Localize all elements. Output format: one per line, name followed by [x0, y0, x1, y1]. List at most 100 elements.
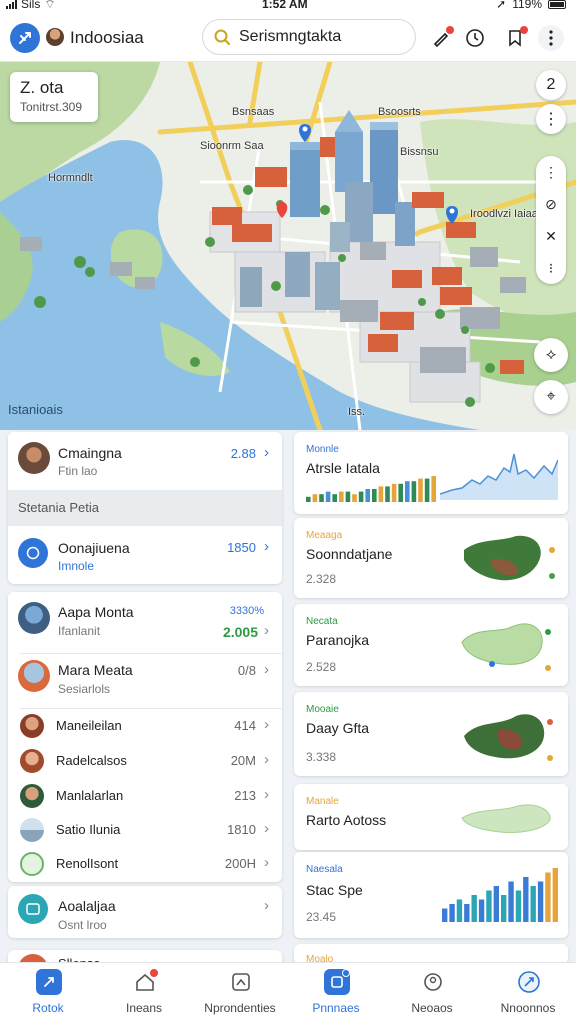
- card-tag: Manale: [306, 796, 339, 807]
- chart-bar: [478, 899, 485, 922]
- card-tag: Mooaie: [306, 704, 339, 715]
- list-card: Aapa Monta Ifanlanit 3330% 2.005 › Mara …: [8, 592, 282, 882]
- close-icon[interactable]: ✕: [536, 220, 566, 252]
- sparkline-chart: [440, 453, 558, 500]
- item-value: 3330%: [229, 605, 264, 617]
- stats-card[interactable]: Meaaga Soonndatjane 2.328: [294, 518, 568, 598]
- bottom-navigation: Rotok Ineans Nprondenties Pnnnaes Neoaos…: [0, 962, 576, 1024]
- list-item[interactable]: Manlalarlan 213 ›: [8, 779, 282, 813]
- app-logo-icon[interactable]: [10, 23, 40, 53]
- item-value-secondary: 2.005: [222, 624, 258, 640]
- avatar: [20, 714, 44, 738]
- summary-card: Cmaingna Ftin lao 2.88 › Stetania Petia …: [8, 432, 282, 584]
- nav-tab-pnnnaes[interactable]: Pnnnaes: [288, 963, 384, 1024]
- item-title: Maneileilan: [56, 718, 122, 733]
- close-glyph: ✕: [545, 227, 557, 244]
- region-map-thumbnail: [461, 623, 551, 671]
- card-tag: Necata: [306, 616, 338, 627]
- chart-bar: [431, 476, 436, 502]
- nav-label: Ineans: [125, 1001, 163, 1015]
- chart-bar: [378, 486, 384, 502]
- nav-label: Nnoonnos: [500, 1001, 556, 1015]
- card-title: Daay Gfta: [306, 720, 370, 736]
- location-title: Z. ota: [20, 78, 64, 97]
- chart-bar: [306, 496, 311, 502]
- chart-bar: [545, 872, 551, 922]
- stats-card[interactable]: Monnle Atrsle Iatala: [294, 432, 568, 514]
- clock-icon[interactable]: [462, 25, 488, 51]
- search-input[interactable]: [239, 26, 409, 48]
- stats-card[interactable]: Necata Paranojka 2.528: [294, 604, 568, 686]
- chart-bar: [552, 868, 558, 922]
- more-icon[interactable]: ⋮: [536, 104, 566, 134]
- item-subtitle: Osnt lroo: [58, 918, 107, 932]
- nav-tab-neoaos[interactable]: Neoaos: [384, 963, 480, 1024]
- app-header: Indoosiaa: [0, 12, 576, 62]
- status-bar: Sils ⌔ 1:52 AM ➚ 119%: [0, 0, 576, 12]
- more-icon[interactable]: [538, 25, 564, 51]
- list-item[interactable]: Maneileilan 414 ›: [8, 709, 282, 743]
- location-info-card[interactable]: Z. ota Tonitrst.309: [10, 72, 98, 122]
- map-label: Bsnsaas: [232, 106, 275, 118]
- item-title: Aoalaljaa: [58, 898, 116, 914]
- chart-bar: [325, 491, 331, 502]
- layers-icon[interactable]: ⊘: [536, 188, 566, 220]
- folder-icon: [18, 894, 48, 924]
- list-item[interactable]: Aapa Monta Ifanlanit 3330% 2.005 ›: [8, 592, 282, 650]
- item-title: Manlalarlan: [56, 788, 124, 803]
- map-region-label: Istanioais: [8, 402, 63, 417]
- list-card: Aoalaljaa Osnt lroo ›: [8, 886, 282, 938]
- compass-icon[interactable]: ⟡: [534, 338, 568, 372]
- card-tag: Monnle: [306, 444, 339, 455]
- card-title: Stac Spe: [306, 882, 363, 898]
- nav-tab-rotok[interactable]: Rotok: [0, 963, 96, 1024]
- item-value: 213: [234, 788, 256, 803]
- notification-badge: [520, 26, 528, 34]
- item-title: Radelcalsos: [56, 753, 127, 768]
- avatar: [18, 602, 50, 634]
- list-item[interactable]: Oonajiuena Imnole 1850 ›: [8, 526, 282, 584]
- list-item[interactable]: Aoalaljaa Osnt lroo ›: [8, 886, 282, 938]
- avatar: [18, 442, 50, 474]
- search-box[interactable]: [202, 19, 416, 55]
- more-icon[interactable]: ⋮: [536, 156, 566, 188]
- terrain-map-thumbnail: [464, 535, 555, 581]
- item-value: 1850: [227, 540, 256, 555]
- notification-badge: [150, 969, 158, 977]
- nav-tab-ineans[interactable]: Ineans: [96, 963, 192, 1024]
- chevron-right-icon: ›: [264, 820, 269, 837]
- list-item[interactable]: Satio Ilunia 1810 ›: [8, 813, 282, 847]
- item-subtitle: Ifanlanit: [58, 624, 101, 638]
- list-item[interactable]: Radelcalsos 20M ›: [8, 744, 282, 778]
- chevron-right-icon: ›: [264, 786, 269, 803]
- stats-card[interactable]: Naesala Stac Spe 23.45: [294, 852, 568, 938]
- city-map[interactable]: Z. ota Tonitrst.309 Bsnsaas Bsoosrts Sio…: [0, 62, 576, 430]
- list-item[interactable]: Cmaingna Ftin lao 2.88 ›: [8, 432, 282, 490]
- options-icon[interactable]: ⁝: [536, 252, 566, 284]
- chart-bar: [345, 491, 351, 502]
- stats-card[interactable]: Manale Rarto Aotoss: [294, 784, 568, 850]
- stats-card[interactable]: Moalo: [294, 944, 568, 965]
- stats-card[interactable]: Mooaie Daay Gfta 3.338: [294, 692, 568, 776]
- nav-tab-nnoonnos[interactable]: Nnoonnos: [480, 963, 576, 1024]
- list-item[interactable]: Mara Meata Sesiarlols 0/8 ›: [8, 654, 282, 708]
- nav-tab-nprondenties[interactable]: Nprondenties: [192, 963, 288, 1024]
- chevron-right-icon: ›: [264, 897, 269, 914]
- chevron-right-icon: ›: [264, 444, 269, 461]
- bookmark-icon[interactable]: [502, 25, 528, 51]
- edit-icon[interactable]: [428, 25, 454, 51]
- chart-bar: [319, 494, 324, 502]
- card-stat: 3.338: [306, 750, 337, 764]
- avatar[interactable]: [46, 28, 64, 46]
- bar-chart: [442, 868, 558, 922]
- chart-bar: [501, 895, 507, 922]
- zoom-level-label: 2: [546, 76, 556, 93]
- zoom-level-button[interactable]: 2: [536, 70, 566, 100]
- frame-icon: [228, 969, 254, 995]
- card-title: Paranojka: [306, 632, 370, 648]
- card-stat: 2.328: [306, 572, 337, 586]
- chart-bar: [449, 904, 455, 922]
- locate-icon[interactable]: ⌖: [534, 380, 568, 414]
- chart-bar: [456, 899, 463, 922]
- list-item[interactable]: RenolIsont 200H ›: [8, 847, 282, 881]
